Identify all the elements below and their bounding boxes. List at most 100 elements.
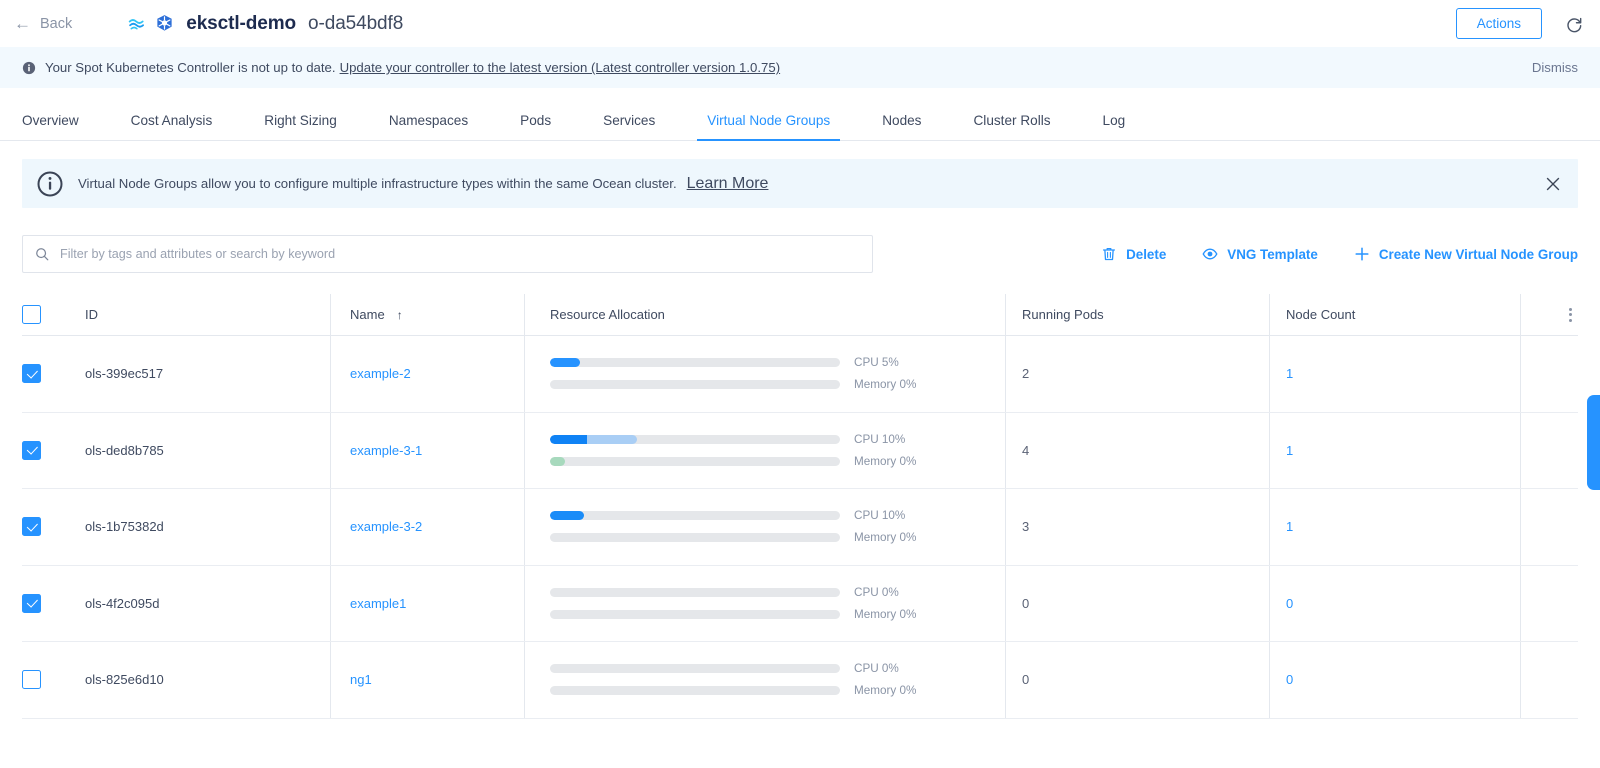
cell-running-pods: 3 — [1022, 519, 1030, 535]
dismiss-button[interactable]: Dismiss — [1532, 60, 1578, 75]
table-row[interactable]: ols-825e6d10 ng1 CPU 0% Memory 0% 0 0 — [22, 642, 1578, 719]
memory-label: Memory 0% — [854, 531, 917, 545]
cpu-bar-track — [550, 511, 840, 521]
column-header-id[interactable]: ID — [85, 307, 330, 322]
column-header-resource-allocation[interactable]: Resource Allocation — [525, 307, 1005, 322]
row-checkbox[interactable] — [22, 364, 41, 384]
row-checkbox[interactable] — [22, 670, 41, 690]
banner-text: Virtual Node Groups allow you to configu… — [78, 176, 677, 191]
cluster-tabs: Overview Cost Analysis Right Sizing Name… — [0, 88, 1600, 141]
refresh-icon[interactable] — [1564, 14, 1584, 34]
cpu-bar-track — [550, 587, 840, 597]
cell-divider — [1520, 412, 1521, 488]
cell-node-count: 1 — [1270, 413, 1520, 489]
memory-allocation: Memory 0% — [550, 608, 1005, 621]
cell-divider — [1520, 642, 1521, 718]
back-arrow-icon: ← — [14, 14, 31, 33]
memory-label: Memory 0% — [854, 454, 917, 468]
table-row[interactable]: ols-ded8b785 example-3-1 CPU 10% Memory 0% 4… — [22, 412, 1578, 489]
cell-node-count: 1 — [1270, 336, 1520, 412]
tab-nodes[interactable]: Nodes — [882, 113, 921, 140]
column-header-running-pods[interactable]: Running Pods — [1006, 307, 1269, 322]
tab-pods[interactable]: Pods — [520, 113, 551, 140]
cell-running-pods: 4 — [1022, 442, 1030, 458]
tab-overview[interactable]: Overview — [22, 113, 79, 140]
search-box[interactable] — [22, 235, 873, 273]
table-body: ols-399ec517 example-2 CPU 5% Memory 0% 2 1 ol… — [22, 336, 1578, 719]
node-count-link[interactable]: 0 — [1286, 596, 1293, 611]
vng-name-link[interactable]: example1 — [350, 596, 406, 611]
memory-allocation: Memory 0% — [550, 378, 1005, 391]
tab-right-sizing[interactable]: Right Sizing — [264, 113, 337, 140]
tab-cost-analysis[interactable]: Cost Analysis — [131, 113, 213, 140]
cpu-bar-track — [550, 434, 840, 444]
tab-services[interactable]: Services — [603, 113, 655, 140]
cpu-allocation: CPU 10% — [550, 433, 1005, 446]
trash-icon — [1103, 247, 1116, 261]
search-input[interactable] — [60, 247, 860, 261]
memory-label: Memory 0% — [854, 684, 917, 698]
memory-bar-segment — [550, 456, 566, 466]
cell-node-count: 1 — [1270, 489, 1520, 565]
node-count-link[interactable]: 1 — [1286, 443, 1293, 458]
kebab-menu-icon[interactable] — [1569, 307, 1572, 322]
cpu-label: CPU 0% — [854, 662, 899, 676]
delete-button[interactable]: Delete — [1101, 246, 1166, 262]
column-header-node-count[interactable]: Node Count — [1270, 307, 1520, 322]
tab-log[interactable]: Log — [1103, 113, 1126, 140]
memory-bar-track — [550, 380, 840, 390]
sort-ascending-icon: ↑ — [396, 307, 403, 322]
feedback-tab[interactable] — [1587, 395, 1600, 490]
memory-bar-track — [550, 456, 840, 466]
node-count-link[interactable]: 1 — [1286, 366, 1293, 381]
vng-name-link[interactable]: ng1 — [350, 672, 372, 687]
plus-icon — [1355, 247, 1369, 261]
node-count-link[interactable]: 0 — [1286, 672, 1293, 687]
column-header-name[interactable]: Name ↑ — [331, 307, 524, 322]
cell-divider — [1520, 489, 1521, 565]
memory-bar-track — [550, 609, 840, 619]
tab-namespaces[interactable]: Namespaces — [389, 113, 468, 140]
node-count-link[interactable]: 1 — [1286, 519, 1293, 534]
cpu-bar-track — [550, 664, 840, 674]
row-select-cell — [22, 440, 85, 460]
cpu-label: CPU 5% — [854, 356, 899, 370]
cell-node-count: 0 — [1270, 642, 1520, 718]
toolbar-actions: Delete VNG Template Create New Virtual N… — [1101, 246, 1578, 262]
back-button[interactable]: ← Back — [14, 15, 72, 32]
table-row[interactable]: ols-1b75382d example-3-2 CPU 10% Memory 0% 3… — [22, 489, 1578, 566]
cell-name: ng1 — [331, 642, 524, 718]
select-all-checkbox[interactable] — [22, 305, 41, 324]
cell-node-count: 0 — [1270, 566, 1520, 642]
tab-virtual-node-groups[interactable]: Virtual Node Groups — [697, 113, 841, 141]
cell-resource-allocation: CPU 10% Memory 0% — [525, 489, 1005, 565]
learn-more-link[interactable]: Learn More — [687, 175, 769, 193]
vng-name-link[interactable]: example-3-2 — [350, 519, 422, 534]
top-bar-actions: Actions — [1455, 8, 1584, 39]
vng-template-button[interactable]: VNG Template — [1202, 246, 1318, 262]
tab-cluster-rolls[interactable]: Cluster Rolls — [973, 113, 1050, 140]
vng-name-link[interactable]: example-2 — [350, 366, 411, 381]
top-bar: ← Back eksctl-demo o-da54bdf8 Actions — [0, 0, 1600, 47]
row-checkbox[interactable] — [22, 517, 41, 537]
table-row[interactable]: ols-4f2c095d example1 CPU 0% Memory 0% 0 0 — [22, 565, 1578, 642]
table-row[interactable]: ols-399ec517 example-2 CPU 5% Memory 0% 2 1 — [22, 336, 1578, 413]
cluster-id: o-da54bdf8 — [308, 12, 404, 34]
cpu-label: CPU 0% — [854, 585, 899, 599]
row-checkbox[interactable] — [22, 593, 41, 613]
cpu-allocation: CPU 0% — [550, 586, 1005, 599]
vng-info-banner: Virtual Node Groups allow you to configu… — [22, 159, 1578, 208]
create-vng-button[interactable]: Create New Virtual Node Group — [1354, 246, 1578, 262]
cpu-bar-segment — [587, 434, 637, 444]
cpu-label: CPU 10% — [854, 432, 906, 446]
actions-button[interactable]: Actions — [1455, 8, 1542, 39]
row-checkbox[interactable] — [22, 440, 41, 460]
delete-label: Delete — [1126, 246, 1167, 262]
alert-update-link[interactable]: Update your controller to the latest ver… — [340, 60, 781, 75]
cell-resource-allocation: CPU 0% Memory 0% — [525, 642, 1005, 718]
cell-divider — [1520, 565, 1521, 641]
close-icon[interactable] — [1544, 175, 1562, 193]
cpu-bar-segment — [550, 358, 580, 368]
memory-allocation: Memory 0% — [550, 531, 1005, 544]
vng-name-link[interactable]: example-3-1 — [350, 443, 422, 458]
